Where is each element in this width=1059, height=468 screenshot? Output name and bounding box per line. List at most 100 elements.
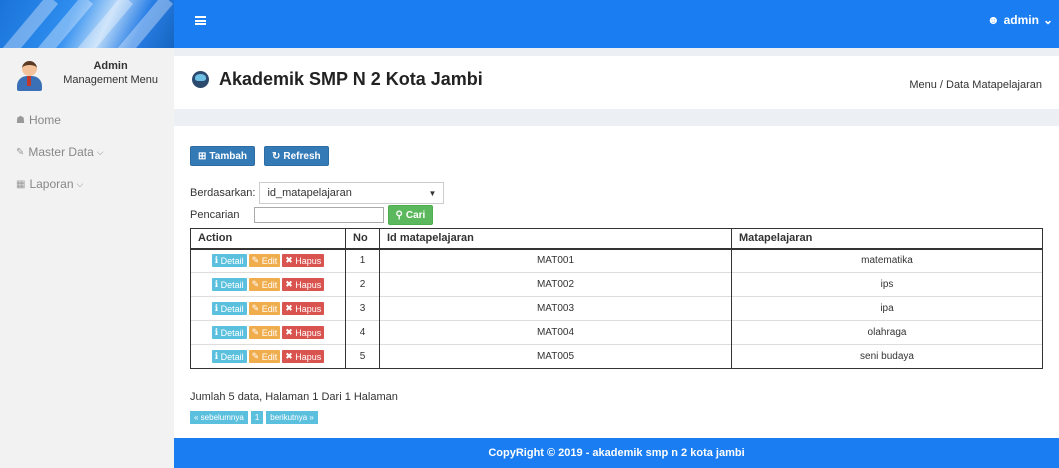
edit-label: Edit (261, 303, 278, 314)
row-id: MAT001 (379, 248, 732, 273)
menu-toggle-icon[interactable] (195, 16, 206, 25)
detail-button[interactable]: ℹ Detail (211, 326, 247, 339)
user-menu-label: admin (1003, 13, 1039, 27)
filter-select[interactable]: id_matapelajaran ▼ (259, 182, 445, 204)
action-cell: ℹ Detail ✎ Edit ✖ Hapus (190, 296, 346, 321)
next-page-button[interactable]: berikutnya » (266, 411, 318, 424)
close-icon: ✖ (285, 303, 296, 313)
action-cell: ℹ Detail ✎ Edit ✖ Hapus (190, 248, 346, 273)
detail-label: Detail (220, 327, 244, 338)
search-icon: ⚲ (395, 209, 403, 221)
prev-page-button[interactable]: « sebelumnya (190, 411, 248, 424)
cari-button[interactable]: ⚲ Cari (387, 205, 434, 225)
sidebar-item-home[interactable]: ☗ Home (0, 104, 174, 136)
table-row: ℹ Detail ✎ Edit ✖ Hapus 5 MAT005 seni budaya (190, 344, 1043, 369)
caret-down-icon: ▼ (428, 188, 437, 198)
hapus-button[interactable]: ✖ Hapus (282, 302, 325, 315)
hapus-button[interactable]: ✖ Hapus (282, 278, 325, 291)
edit-icon: ✎ (16, 146, 25, 158)
chevron-down-icon: ⌄ (1042, 13, 1053, 27)
search-input[interactable] (253, 207, 384, 223)
chevron-down-icon: ⌵ (76, 178, 84, 189)
edit-icon: ✎ (251, 255, 262, 266)
main-panel: ⊞ Tambah ↻ Refresh Berdasarkan: id_matap… (174, 126, 1059, 438)
edit-button[interactable]: ✎ Edit (248, 326, 281, 339)
row-no: 1 (345, 248, 380, 273)
header-id: Id matapelajaran (379, 228, 732, 250)
close-icon: ✖ (285, 351, 296, 361)
edit-button[interactable]: ✎ Edit (248, 278, 281, 291)
detail-label: Detail (220, 351, 244, 362)
hapus-label: Hapus (295, 327, 322, 338)
hapus-button[interactable]: ✖ Hapus (282, 326, 325, 339)
hapus-button[interactable]: ✖ Hapus (282, 350, 325, 363)
detail-button[interactable]: ℹ Detail (211, 254, 247, 268)
row-no: 2 (345, 272, 380, 297)
sidebar-item-label: Laporan (29, 177, 74, 191)
sidebar-item-label: Home (28, 113, 61, 127)
sidebar-item-label: Master Data (28, 145, 94, 159)
page-button-current[interactable]: 1 (250, 411, 264, 424)
edit-label: Edit (261, 327, 278, 338)
edit-icon: ✎ (251, 279, 262, 289)
sidebar-item-master-data[interactable]: ✎ Master Data ⌵ (0, 136, 174, 168)
avatar (16, 59, 42, 93)
detail-label: Detail (220, 303, 244, 314)
edit-button[interactable]: ✎ Edit (248, 302, 281, 315)
home-icon: ☗ (16, 114, 25, 126)
hapus-label: Hapus (295, 255, 322, 266)
tambah-button[interactable]: ⊞ Tambah (190, 146, 255, 166)
row-matapelajaran: seni budaya (731, 344, 1043, 369)
edit-icon: ✎ (251, 327, 262, 337)
close-icon: ✖ (285, 279, 296, 289)
refresh-label: Refresh (283, 150, 321, 162)
hapus-label: Hapus (295, 279, 322, 290)
row-no: 4 (345, 320, 380, 345)
brand-logo[interactable] (0, 0, 174, 48)
edit-button[interactable]: ✎ Edit (248, 350, 281, 363)
search-label: Pencarian (190, 209, 240, 221)
action-cell: ℹ Detail ✎ Edit ✖ Hapus (190, 320, 346, 345)
hapus-button[interactable]: ✖ Hapus (282, 254, 325, 268)
table-row: ℹ Detail ✎ Edit ✖ Hapus 1 MAT001 matematika (190, 248, 1043, 273)
row-id: MAT004 (379, 320, 732, 345)
pagination: « sebelumnya 1 berikutnya » (190, 411, 318, 424)
footer: CopyRight © 2019 - akademik smp n 2 kota… (174, 438, 1059, 468)
edit-label: Edit (261, 255, 278, 266)
row-matapelajaran: ipa (731, 296, 1043, 321)
action-cell: ℹ Detail ✎ Edit ✖ Hapus (190, 272, 346, 297)
table-header-row: Action No Id matapelajaran Matapelajaran (190, 228, 1043, 250)
refresh-button[interactable]: ↻ Refresh (264, 146, 329, 166)
edit-label: Edit (261, 279, 278, 290)
row-matapelajaran: matematika (731, 248, 1043, 273)
user-icon: ☻ (986, 13, 1000, 27)
filter-row: Berdasarkan: id_matapelajaran ▼ (190, 182, 445, 204)
content-header: Akademik SMP N 2 Kota Jambi Menu / Data … (174, 56, 1059, 109)
row-no: 5 (345, 344, 380, 369)
table-row: ℹ Detail ✎ Edit ✖ Hapus 3 MAT003 ipa (190, 296, 1043, 321)
hapus-label: Hapus (295, 303, 322, 314)
topbar: ☻ admin ⌄ (174, 0, 1059, 48)
edit-icon: ✎ (251, 303, 262, 313)
search-row: Pencarian ⚲ Cari (190, 205, 434, 225)
row-id: MAT002 (379, 272, 732, 297)
page-title: Akademik SMP N 2 Kota Jambi (219, 69, 483, 89)
detail-button[interactable]: ℹ Detail (211, 278, 247, 291)
edit-button[interactable]: ✎ Edit (248, 254, 281, 268)
action-cell: ℹ Detail ✎ Edit ✖ Hapus (190, 344, 346, 369)
tambah-label: Tambah (209, 150, 247, 162)
close-icon: ✖ (285, 327, 296, 337)
header-action: Action (190, 228, 346, 250)
breadcrumb: Menu / Data Matapelajaran (909, 79, 1042, 91)
sidebar-item-laporan[interactable]: ▦ Laporan ⌵ (0, 168, 174, 200)
plus-icon: ⊞ (198, 150, 207, 162)
row-matapelajaran: olahraga (731, 320, 1043, 345)
edit-label: Edit (261, 351, 278, 362)
row-no: 3 (345, 296, 380, 321)
row-id: MAT005 (379, 344, 732, 369)
user-menu[interactable]: ☻ admin ⌄ (987, 13, 1053, 27)
detail-button[interactable]: ℹ Detail (211, 302, 247, 315)
detail-button[interactable]: ℹ Detail (211, 350, 247, 363)
edit-icon: ✎ (251, 351, 262, 361)
filter-selected: id_matapelajaran (267, 187, 352, 199)
